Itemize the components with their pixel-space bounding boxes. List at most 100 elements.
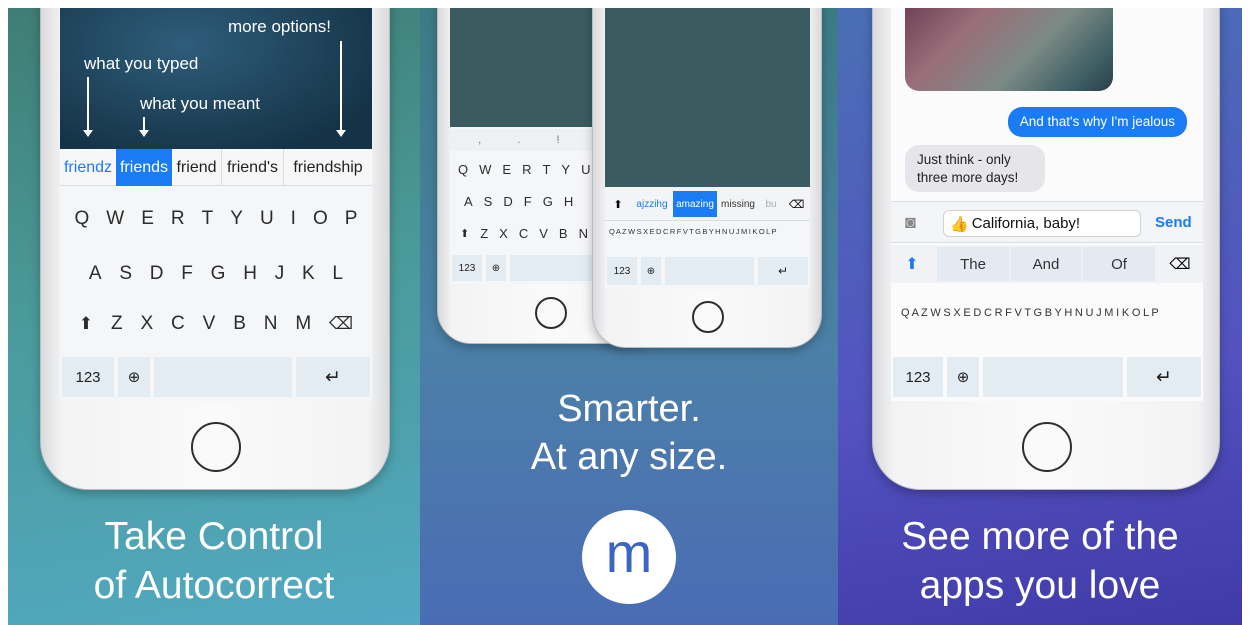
suggestion-option[interactable]: Of (1083, 247, 1155, 281)
camera-icon[interactable]: ◙ (905, 212, 916, 233)
phone-screen: ⬆ ajzzihg amazing missing bu ⌫ Q A Z W S… (605, 8, 810, 289)
key[interactable]: S (484, 194, 493, 209)
key[interactable]: G (211, 263, 226, 285)
key[interactable]: G (543, 194, 553, 209)
numbers-key[interactable]: 123 (452, 255, 482, 281)
key[interactable]: Z (480, 226, 488, 241)
key[interactable]: , (478, 134, 481, 146)
shift-icon[interactable]: ⬆ (891, 245, 933, 283)
globe-icon[interactable]: ⊕ (947, 357, 979, 397)
suggestion-bar: ⬆ The And Of ⌫ (891, 245, 1203, 283)
key[interactable]: K (302, 263, 315, 285)
space-bar[interactable] (154, 357, 292, 397)
suggestion-typed[interactable]: ajzzihg (631, 187, 673, 221)
key[interactable]: P (345, 208, 358, 230)
suggestion-option[interactable]: And (1011, 247, 1081, 281)
key[interactable]: R (171, 208, 185, 230)
key[interactable]: W (106, 208, 124, 230)
message-bubble-received: Just think - only three more days! (905, 145, 1045, 193)
key[interactable]: C (171, 313, 185, 335)
key[interactable]: E (141, 208, 154, 230)
key[interactable]: A (464, 194, 473, 209)
key[interactable]: H (243, 263, 257, 285)
key[interactable]: J (275, 263, 285, 285)
shift-icon[interactable]: ⬆ (460, 227, 469, 240)
annotation-more-options: more options! (228, 17, 331, 36)
return-icon[interactable]: ↵ (1127, 357, 1201, 397)
key[interactable]: . (517, 134, 520, 146)
globe-icon[interactable]: ⊕ (118, 357, 150, 397)
key[interactable]: Z (111, 313, 123, 335)
key[interactable]: V (203, 313, 216, 335)
suggestion-option[interactable]: friend's (222, 149, 284, 186)
key[interactable]: U (260, 208, 274, 230)
panel-see-more: And that's why I'm jealous Just think - … (838, 8, 1242, 625)
key[interactable]: N (264, 313, 278, 335)
backspace-icon[interactable]: ⌫ (1157, 245, 1203, 283)
suggestion-typed[interactable]: friendz (60, 149, 116, 186)
key[interactable]: ! (557, 134, 560, 146)
key[interactable]: O (313, 208, 328, 230)
space-bar[interactable] (665, 257, 754, 285)
space-bar[interactable] (983, 357, 1123, 397)
key[interactable]: Q (75, 208, 90, 230)
key[interactable]: D (503, 194, 512, 209)
home-button[interactable] (692, 301, 724, 333)
key[interactable]: X (499, 226, 508, 241)
backspace-icon[interactable]: ⌫ (783, 187, 810, 221)
key[interactable]: B (233, 313, 246, 335)
globe-icon[interactable]: ⊕ (486, 255, 506, 281)
key[interactable]: Y (561, 162, 570, 177)
key[interactable]: C (519, 226, 528, 241)
send-button[interactable]: Send (1155, 214, 1192, 231)
return-icon[interactable]: ↵ (296, 357, 370, 397)
shift-icon[interactable]: ⬆ (79, 314, 93, 334)
backspace-icon[interactable]: ⌫ (329, 314, 353, 334)
home-button[interactable] (535, 297, 567, 329)
shift-icon[interactable]: ⬆ (605, 187, 631, 221)
key[interactable]: W (479, 162, 491, 177)
key[interactable]: I (291, 208, 296, 230)
suggestion-selected[interactable]: friends (116, 149, 172, 186)
key[interactable]: F (524, 194, 532, 209)
key[interactable]: X (141, 313, 154, 335)
suggestion-option[interactable]: friend (172, 149, 222, 186)
key-row-3: ⬆ Z X C V B N M ⌫ (60, 304, 372, 344)
arrow-meant-icon (139, 117, 149, 137)
key[interactable]: H (564, 194, 573, 209)
key[interactable]: B (559, 226, 568, 241)
key[interactable]: T (202, 208, 214, 230)
numbers-key[interactable]: 123 (893, 357, 943, 397)
compact-key-row[interactable]: Q A Z W S X E D C R F V T G B Y H N U J … (609, 227, 807, 236)
key[interactable]: R (522, 162, 531, 177)
key[interactable]: Q (458, 162, 468, 177)
key[interactable]: A (89, 263, 102, 285)
message-input[interactable]: 👍 California, baby! (943, 210, 1141, 237)
key[interactable]: N (579, 226, 588, 241)
suggestion-selected[interactable]: amazing (673, 191, 717, 217)
key[interactable]: E (502, 162, 511, 177)
key[interactable]: F (181, 263, 193, 285)
key[interactable]: U (581, 162, 590, 177)
home-button[interactable] (1022, 422, 1072, 472)
numbers-key[interactable]: 123 (607, 257, 637, 285)
key[interactable]: L (332, 263, 343, 285)
globe-icon[interactable]: ⊕ (641, 257, 661, 285)
key[interactable]: M (295, 313, 311, 335)
key[interactable]: V (539, 226, 548, 241)
key[interactable]: Y (230, 208, 243, 230)
suggestion-option[interactable]: The (937, 247, 1009, 281)
numbers-key[interactable]: 123 (62, 357, 114, 397)
key[interactable]: T (542, 162, 550, 177)
message-bubble-sent: And that's why I'm jealous (1007, 107, 1187, 137)
compact-key-row[interactable]: Q A Z W S X E D C R F V T G B Y H N U J … (901, 307, 1197, 319)
suggestion-option[interactable]: bu (759, 187, 783, 221)
return-icon[interactable]: ↵ (758, 257, 808, 285)
logo-letter: m (605, 521, 653, 584)
home-button[interactable] (191, 422, 241, 472)
suggestion-option[interactable]: missing (717, 187, 759, 221)
panel-smarter: , . ! ? Q W E R T Y U A S D F G H (420, 8, 838, 625)
key[interactable]: S (119, 263, 132, 285)
key[interactable]: D (150, 263, 164, 285)
suggestion-option[interactable]: friendship (284, 149, 372, 186)
